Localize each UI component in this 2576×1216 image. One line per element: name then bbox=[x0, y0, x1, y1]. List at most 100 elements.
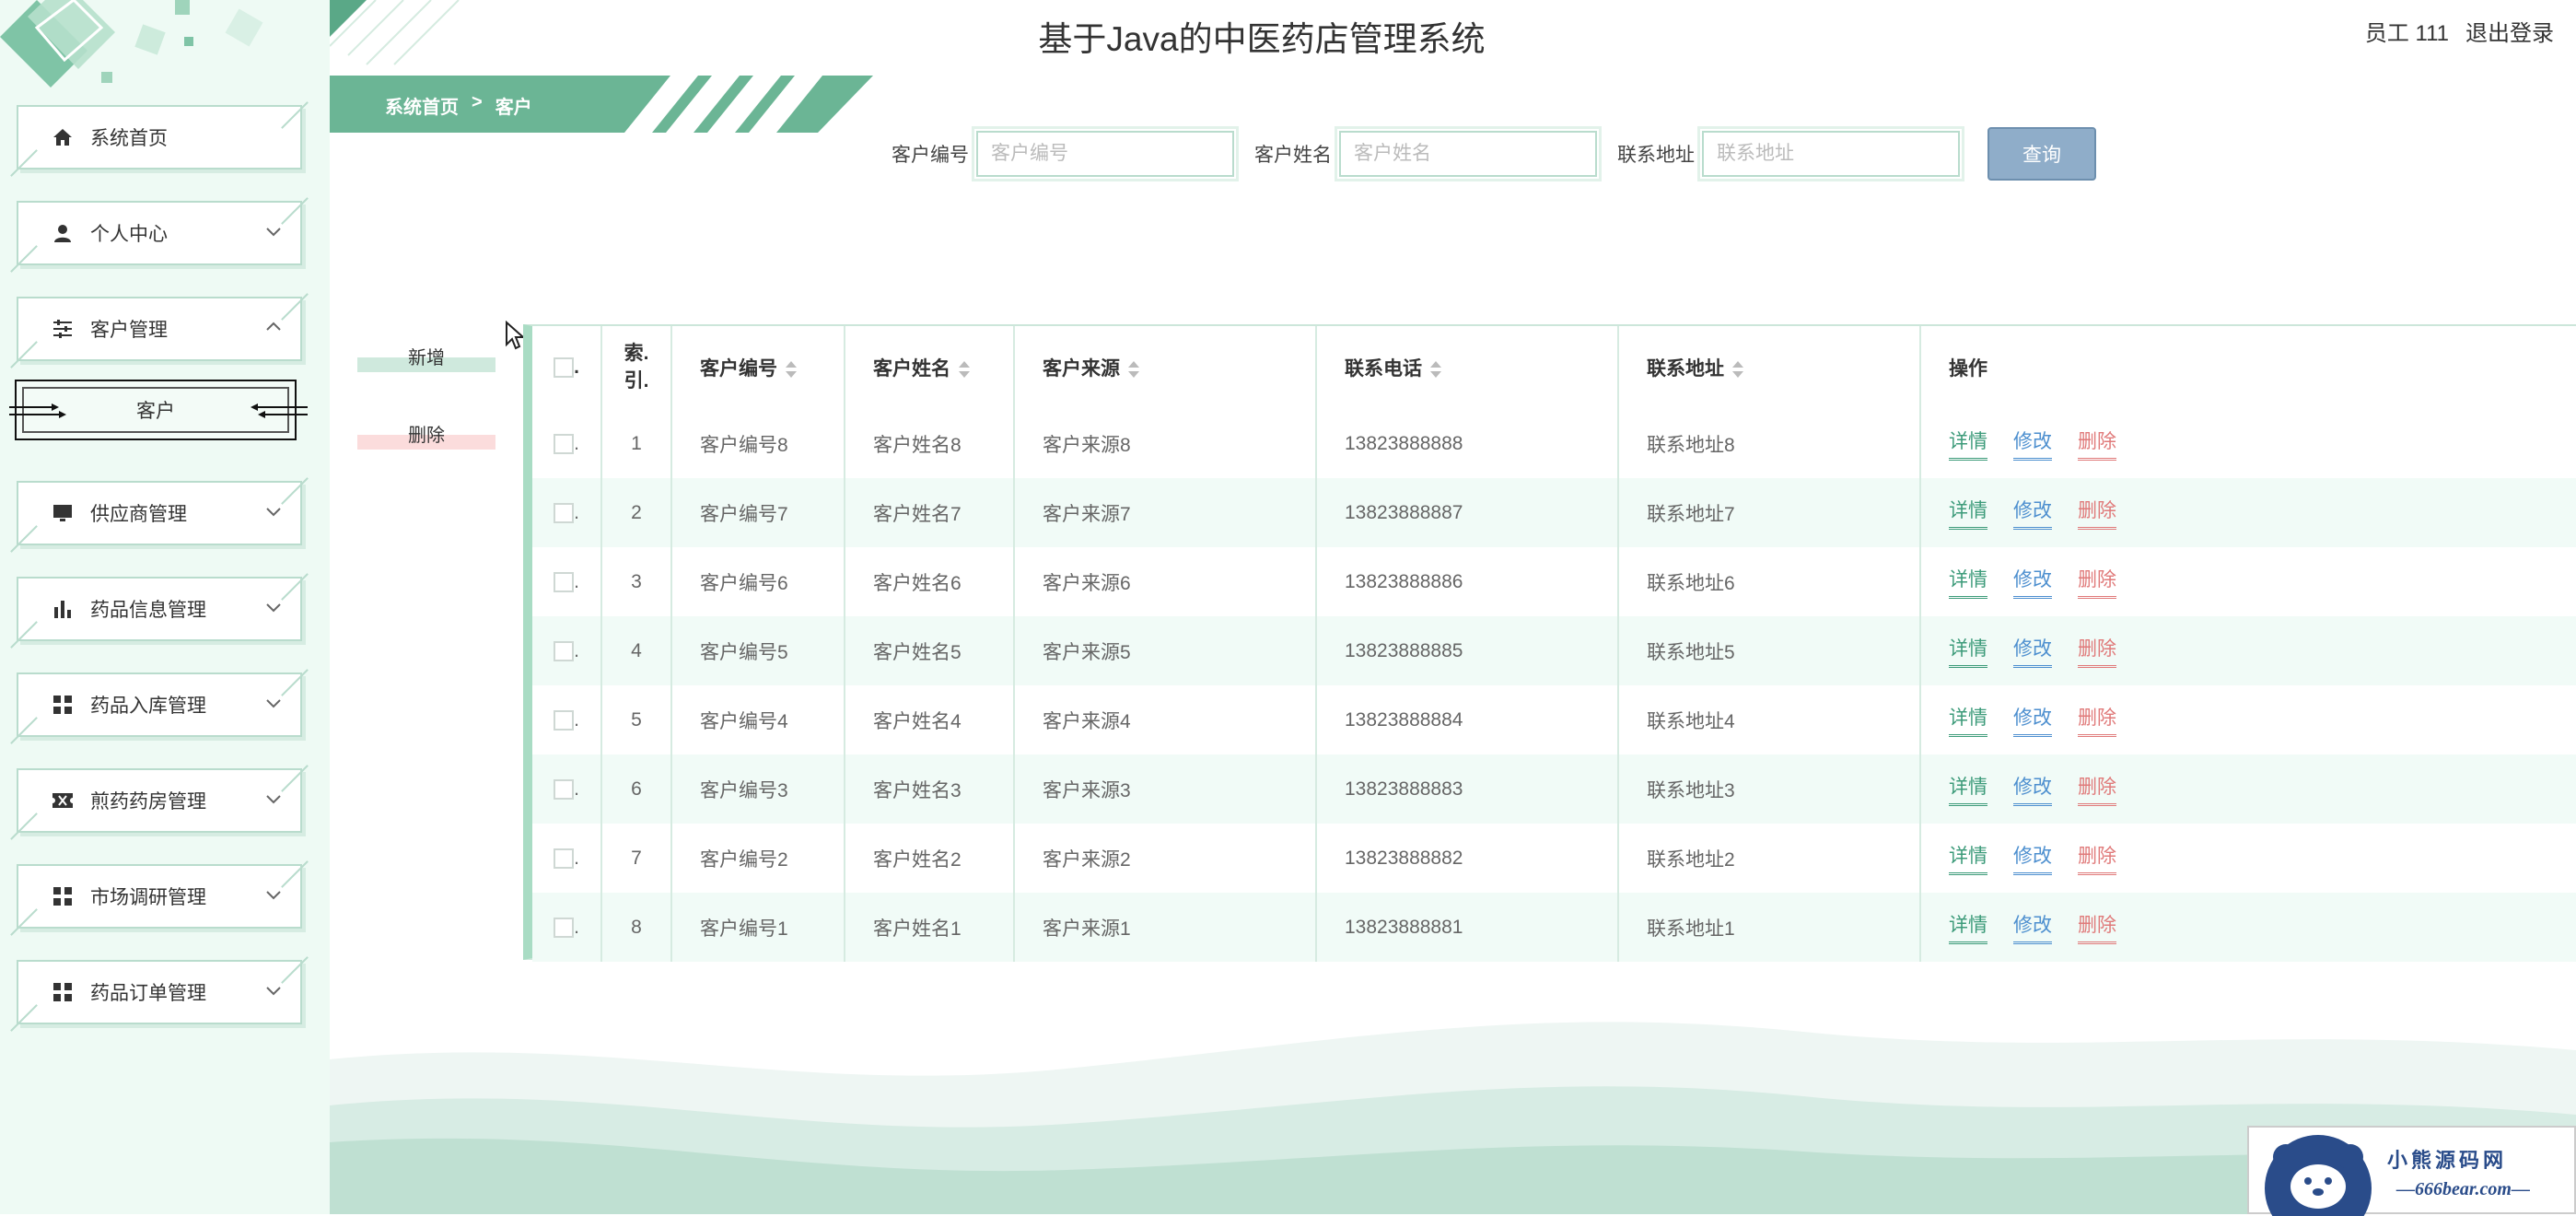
row-checkbox[interactable] bbox=[554, 571, 575, 592]
delete-link[interactable]: 删除 bbox=[2078, 703, 2116, 737]
chevron-up-icon bbox=[266, 322, 281, 331]
edit-link[interactable]: 修改 bbox=[2013, 427, 2052, 461]
sidebar-item-market-research-mgmt[interactable]: 市场调研管理 bbox=[17, 864, 302, 929]
edit-link[interactable]: 修改 bbox=[2013, 496, 2052, 530]
header-address[interactable]: 联系地址 bbox=[1618, 326, 1921, 409]
sort-icon[interactable] bbox=[958, 359, 971, 380]
row-checkbox-cell[interactable]: . bbox=[532, 616, 602, 685]
edit-link[interactable]: 修改 bbox=[2013, 910, 2052, 944]
search-label-address: 联系地址 bbox=[1617, 145, 1695, 166]
sort-icon[interactable] bbox=[785, 359, 798, 380]
sidebar-subitem-label: 客户 bbox=[136, 401, 175, 422]
row-name: 客户姓名8 bbox=[845, 409, 1015, 478]
header-name[interactable]: 客户姓名 bbox=[845, 326, 1015, 409]
sidebar-subitem-customer[interactable]: 客户 bbox=[9, 380, 308, 440]
chevron-down-icon bbox=[266, 508, 281, 517]
row-checkbox[interactable] bbox=[554, 917, 575, 938]
edit-link[interactable]: 修改 bbox=[2013, 565, 2052, 599]
sidebar: 系统首页 个人中心 客户管理 客户 供应商管理 药品信息管理 药品入库管理 煎药… bbox=[0, 0, 330, 1214]
delete-link[interactable]: 删除 bbox=[2078, 565, 2116, 599]
row-source: 客户来源7 bbox=[1014, 478, 1317, 547]
detail-link[interactable]: 详情 bbox=[1949, 772, 1987, 806]
row-phone: 13823888883 bbox=[1316, 754, 1619, 824]
edit-link[interactable]: 修改 bbox=[2013, 703, 2052, 737]
row-ops: 详情 修改 删除 bbox=[1920, 616, 2576, 685]
customer-name-input[interactable] bbox=[1335, 126, 1602, 181]
sidebar-item-label: 市场调研管理 bbox=[90, 887, 206, 908]
grid-icon bbox=[50, 883, 76, 909]
add-button[interactable]: 新增 bbox=[357, 339, 495, 372]
row-source: 客户来源6 bbox=[1014, 547, 1317, 616]
row-name: 客户姓名7 bbox=[845, 478, 1015, 547]
row-checkbox[interactable] bbox=[554, 778, 575, 800]
row-checkbox[interactable] bbox=[554, 433, 575, 454]
grid-icon bbox=[50, 692, 76, 718]
row-checkbox-cell[interactable]: . bbox=[532, 893, 602, 962]
row-phone: 13823888886 bbox=[1316, 547, 1619, 616]
table-row: . 3 客户编号6 客户姓名6 客户来源6 13823888886 联系地址6 详情 修改 删除 bbox=[532, 547, 2576, 616]
row-checkbox-cell[interactable]: . bbox=[532, 685, 602, 754]
sidebar-item-supplier-mgmt[interactable]: 供应商管理 bbox=[17, 481, 302, 545]
sidebar-item-drug-stock-mgmt[interactable]: 药品入库管理 bbox=[17, 672, 302, 737]
detail-link[interactable]: 详情 bbox=[1949, 565, 1987, 599]
breadcrumb: 系统首页 > 客户 bbox=[385, 92, 532, 119]
watermark-badge: 小熊源码网 —666bear.com— bbox=[2247, 1126, 2576, 1216]
sort-icon[interactable] bbox=[1731, 359, 1744, 380]
sidebar-item-drug-order-mgmt[interactable]: 药品订单管理 bbox=[17, 960, 302, 1024]
chevron-down-icon bbox=[266, 699, 281, 708]
row-checkbox-dot: . bbox=[574, 570, 579, 592]
sidebar-item-home[interactable]: 系统首页 bbox=[17, 105, 302, 170]
detail-link[interactable]: 详情 bbox=[1949, 634, 1987, 668]
edit-link[interactable]: 修改 bbox=[2013, 772, 2052, 806]
header-phone[interactable]: 联系电话 bbox=[1316, 326, 1619, 409]
sort-icon[interactable] bbox=[1429, 359, 1442, 380]
customer-code-input[interactable] bbox=[972, 126, 1239, 181]
sort-icon[interactable] bbox=[1127, 359, 1140, 380]
edit-link[interactable]: 修改 bbox=[2013, 634, 2052, 668]
breadcrumb-home[interactable]: 系统首页 bbox=[385, 92, 459, 119]
row-checkbox[interactable] bbox=[554, 709, 575, 731]
header-code[interactable]: 客户编号 bbox=[671, 326, 845, 409]
row-source: 客户来源5 bbox=[1014, 616, 1317, 685]
header-select-all[interactable]: . bbox=[532, 326, 602, 409]
home-icon bbox=[50, 124, 76, 150]
sidebar-item-profile[interactable]: 个人中心 bbox=[17, 201, 302, 265]
delete-link[interactable]: 删除 bbox=[2078, 496, 2116, 530]
row-checkbox-cell[interactable]: . bbox=[532, 478, 602, 547]
row-source: 客户来源3 bbox=[1014, 754, 1317, 824]
row-ops: 详情 修改 删除 bbox=[1920, 685, 2576, 754]
sidebar-item-decoction-mgmt[interactable]: 煎药药房管理 bbox=[17, 768, 302, 833]
row-phone: 13823888881 bbox=[1316, 893, 1619, 962]
row-checkbox[interactable] bbox=[554, 640, 575, 661]
edit-link[interactable]: 修改 bbox=[2013, 841, 2052, 875]
detail-link[interactable]: 详情 bbox=[1949, 910, 1987, 944]
user-icon bbox=[50, 220, 76, 246]
breadcrumb-current: 客户 bbox=[495, 98, 532, 118]
sidebar-item-drug-info-mgmt[interactable]: 药品信息管理 bbox=[17, 577, 302, 641]
delete-link[interactable]: 删除 bbox=[2078, 634, 2116, 668]
detail-link[interactable]: 详情 bbox=[1949, 427, 1987, 461]
row-checkbox[interactable] bbox=[554, 848, 575, 869]
delete-link[interactable]: 删除 bbox=[2078, 910, 2116, 944]
header-source[interactable]: 客户来源 bbox=[1014, 326, 1317, 409]
detail-link[interactable]: 详情 bbox=[1949, 496, 1987, 530]
row-checkbox[interactable] bbox=[554, 502, 575, 523]
delete-button[interactable]: 删除 bbox=[357, 416, 495, 450]
delete-link[interactable]: 删除 bbox=[2078, 427, 2116, 461]
row-name: 客户姓名5 bbox=[845, 616, 1015, 685]
row-checkbox-cell[interactable]: . bbox=[532, 824, 602, 893]
table-row: . 4 客户编号5 客户姓名5 客户来源5 13823888885 联系地址5 详情 修改 删除 bbox=[532, 616, 2576, 685]
row-checkbox-cell[interactable]: . bbox=[532, 547, 602, 616]
row-checkbox-cell[interactable]: . bbox=[532, 754, 602, 824]
sidebar-item-label: 供应商管理 bbox=[90, 504, 187, 525]
detail-link[interactable]: 详情 bbox=[1949, 841, 1987, 875]
delete-link[interactable]: 删除 bbox=[2078, 841, 2116, 875]
row-checkbox-cell[interactable]: . bbox=[532, 409, 602, 478]
detail-link[interactable]: 详情 bbox=[1949, 703, 1987, 737]
logout-link[interactable]: 退出登录 bbox=[2465, 15, 2554, 47]
sidebar-item-customer-mgmt[interactable]: 客户管理 bbox=[17, 297, 302, 361]
select-all-checkbox[interactable] bbox=[554, 357, 575, 379]
search-button[interactable]: 查询 bbox=[1987, 127, 2096, 181]
address-input[interactable] bbox=[1697, 126, 1964, 181]
delete-link[interactable]: 删除 bbox=[2078, 772, 2116, 806]
